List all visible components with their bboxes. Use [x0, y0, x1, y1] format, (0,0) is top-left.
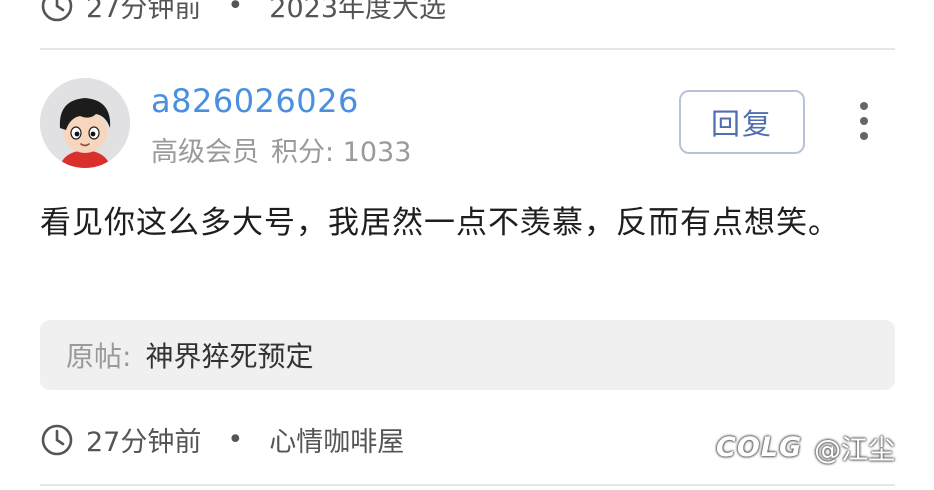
watermark-user: @江尘	[814, 435, 896, 466]
colg-logo: COLG	[716, 432, 803, 463]
clock-icon	[41, 424, 73, 455]
previous-post-board[interactable]: 2023年度大选	[269, 0, 446, 25]
username-link[interactable]: a826026026	[151, 82, 359, 120]
origin-post-link[interactable]: 原帖: 神界猝死预定	[40, 320, 895, 390]
meta-separator: •	[227, 424, 244, 455]
comment-meta: 27分钟前 • 心情咖啡屋	[40, 420, 404, 459]
more-vertical-icon[interactable]	[852, 100, 876, 142]
comment-time: 27分钟前	[86, 427, 202, 458]
clock-icon	[41, 0, 73, 21]
meta-separator: •	[227, 0, 244, 21]
origin-label: 原帖:	[66, 340, 132, 373]
member-info: 高级会员 积分: 1033	[151, 130, 411, 169]
watermark: COLG @江尘	[716, 428, 895, 467]
cartoon-avatar-icon	[40, 78, 130, 168]
previous-post-time: 27分钟前	[86, 0, 202, 24]
divider	[40, 484, 895, 486]
reply-button[interactable]: 回复	[679, 90, 805, 154]
comment-text: 看见你这么多大号，我居然一点不羡慕，反而有点想笑。	[40, 205, 840, 241]
origin-title: 神界猝死预定	[145, 340, 314, 373]
member-level: 高级会员	[151, 137, 259, 168]
member-points: 积分: 1033	[271, 137, 412, 168]
divider	[40, 48, 895, 50]
comment-board[interactable]: 心情咖啡屋	[269, 420, 404, 459]
avatar[interactable]	[40, 78, 130, 168]
previous-post-meta: 27分钟前 • 2023年度大选	[40, 0, 446, 25]
comment-feed: 27分钟前 • 2023年度大选 a826026026 高级会员 积分: 1033…	[0, 0, 934, 490]
